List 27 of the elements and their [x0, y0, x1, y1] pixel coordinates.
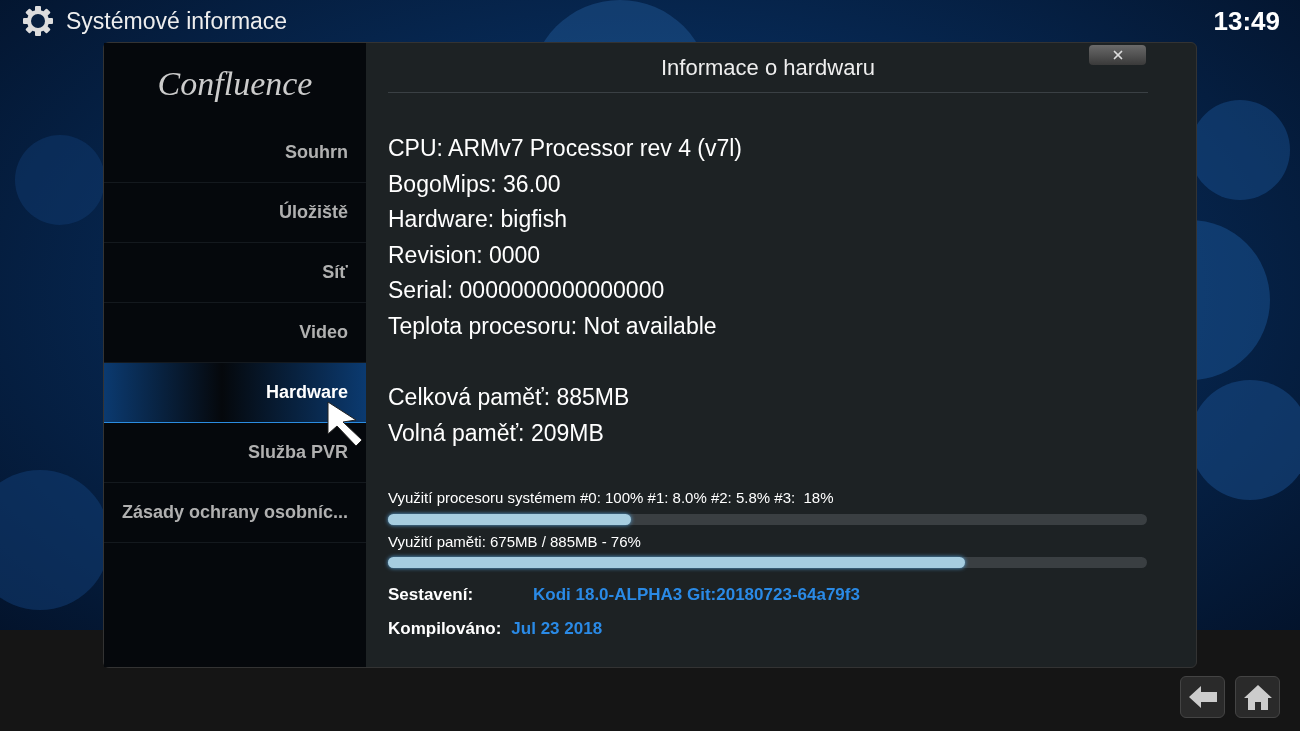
sidebar-item[interactable]: Úložiště [104, 183, 366, 243]
home-button[interactable] [1235, 676, 1280, 718]
info-line: BogoMips: 36.00 [388, 169, 562, 199]
logo: Confluence [157, 63, 313, 104]
sidebar-item[interactable]: Zásady ochrany osobníc... [104, 483, 366, 543]
meter-label: Využití procesoru systémem #0: 100% #1: 8.0% #2: 5.8% #3: 18% [388, 488, 835, 508]
back-button[interactable] [1180, 676, 1225, 718]
info-line: CPU: ARMv7 Processor rev 4 (v7l) [388, 134, 744, 163]
info-line: Hardware: bigfish [388, 205, 568, 234]
clock: 13:49 [1213, 4, 1280, 38]
sidebar-item[interactable]: Hardware [104, 363, 366, 423]
sidebar-item[interactable]: Souhrn [104, 123, 366, 183]
sidebar-item[interactable]: Síť [104, 243, 366, 303]
window-title: Systémové informace [66, 6, 288, 36]
build-value: Kodi 18.0-ALPHA3 Git:20180723-64a79f3 [533, 584, 860, 606]
info-line: Revision: 0000 [388, 240, 542, 270]
close-button[interactable] [1089, 45, 1146, 65]
info-line: Celková paměť: 885MB [388, 383, 631, 412]
meter-label: Využití paměti: 675MB / 885MB - 76% [388, 531, 642, 552]
build-value: Jul 23 2018 [511, 617, 603, 640]
home-icon [1242, 683, 1273, 711]
build-label: Sestavení: [388, 584, 475, 606]
settings-icon [22, 5, 54, 37]
info-line: Volná paměť: 209MB [388, 418, 605, 448]
info-line: Serial: 0000000000000000 [388, 276, 666, 305]
build-label: Kompilováno: [388, 617, 502, 640]
info-line: Teplota procesoru: Not available [388, 311, 718, 341]
